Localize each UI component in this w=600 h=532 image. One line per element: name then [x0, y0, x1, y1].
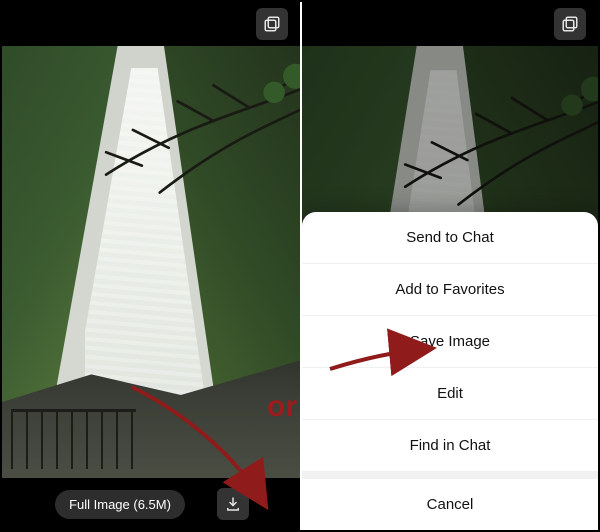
topbar-left: [2, 2, 300, 46]
waterfall-scene: [2, 46, 300, 478]
gallery-icon-button[interactable]: [554, 8, 586, 40]
action-sheet: Send to Chat Add to Favorites Save Image…: [302, 212, 598, 530]
sheet-item-find-in-chat[interactable]: Find in Chat: [302, 420, 598, 472]
gallery-icon-button[interactable]: [256, 8, 288, 40]
bottombar-left: Full Image (6.5M): [2, 478, 300, 530]
photo-left[interactable]: [2, 46, 300, 478]
gallery-icon: [561, 15, 579, 33]
sheet-item-edit[interactable]: Edit: [302, 368, 598, 420]
sheet-item-save-image[interactable]: Save Image: [302, 316, 598, 368]
sheet-item-send-to-chat[interactable]: Send to Chat: [302, 212, 598, 264]
download-icon: [224, 495, 242, 513]
download-button[interactable]: [217, 488, 249, 520]
gallery-icon: [263, 15, 281, 33]
image-viewer-left: Full Image (6.5M): [2, 2, 300, 530]
full-image-button[interactable]: Full Image (6.5M): [55, 490, 185, 519]
annotation-or: or: [267, 390, 297, 424]
image-viewer-right: Send to Chat Add to Favorites Save Image…: [300, 2, 598, 530]
sheet-item-add-to-favorites[interactable]: Add to Favorites: [302, 264, 598, 316]
sheet-cancel[interactable]: Cancel: [302, 479, 598, 530]
sheet-gap: [302, 472, 598, 479]
topbar-right: [302, 2, 598, 46]
